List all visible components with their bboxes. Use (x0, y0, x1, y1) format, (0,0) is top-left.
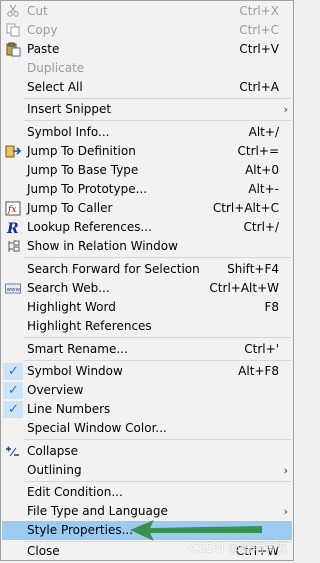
menu-item-show-in-relation-window[interactable]: Show in Relation Window (2, 237, 292, 256)
submenu-arrow-icon: › (283, 505, 288, 518)
menu-item-special-window-color[interactable]: Special Window Color... (2, 419, 292, 438)
menu-item-label: Edit Condition... (27, 485, 123, 499)
menu-item-label: Style Properties... (27, 523, 134, 537)
menu-item-label: Symbol Info... (27, 125, 110, 139)
menu-item-label: Select All (27, 80, 83, 94)
shortcut-label: Ctrl+= (237, 144, 279, 158)
menu-item-label: Cut (27, 4, 48, 18)
menu-item-label: Paste (27, 42, 60, 56)
menu-separator (24, 98, 291, 99)
menu-item-label: Search Web... (27, 281, 110, 295)
menu-item-overview[interactable]: ✓ Overview (2, 381, 292, 400)
menu-item-highlight-word[interactable]: Highlight Word F8 (2, 298, 292, 317)
menu-item-jump-to-base-type[interactable]: Jump To Base Type Alt+0 (2, 161, 292, 180)
menu-item-symbol-info[interactable]: Symbol Info... Alt+/ (2, 123, 292, 142)
menu-item-line-numbers[interactable]: ✓ Line Numbers (2, 400, 292, 419)
menu-item-outlining[interactable]: Outlining › (2, 461, 292, 480)
menu-item-select-all[interactable]: Select All Ctrl+A (2, 78, 292, 97)
jump-definition-icon (5, 144, 22, 159)
menu-item-jump-to-caller[interactable]: fx Jump To Caller Ctrl+Alt+C (2, 199, 292, 218)
menu-item-label: Lookup References... (27, 220, 152, 234)
menu-item-edit-condition[interactable]: Edit Condition... (2, 483, 292, 502)
menu-item-highlight-references[interactable]: Highlight References (2, 317, 292, 336)
menu-item-smart-rename[interactable]: Smart Rename... Ctrl+' (2, 340, 292, 359)
context-menu: Cut Ctrl+X Copy Ctrl+C Paste Ctrl+V Dupl… (0, 0, 294, 561)
svg-text:R: R (6, 221, 19, 235)
menu-separator (24, 439, 291, 440)
menu-item-label: Jump To Definition (27, 144, 136, 158)
shortcut-label: Shift+F4 (227, 262, 279, 276)
menu-item-paste[interactable]: Paste Ctrl+V (2, 40, 292, 59)
menu-item-label: Line Numbers (27, 402, 111, 416)
menu-item-cut[interactable]: Cut Ctrl+X (2, 2, 292, 21)
paste-icon (5, 42, 21, 57)
menu-item-jump-to-definition[interactable]: Jump To Definition Ctrl+= (2, 142, 292, 161)
menu-item-label: Show in Relation Window (27, 239, 178, 253)
web-www-icon: www (5, 281, 21, 296)
menu-item-label: Overview (27, 383, 84, 397)
menu-item-search-web[interactable]: www Search Web... Ctrl+Alt+W (2, 279, 292, 298)
menu-item-insert-snippet[interactable]: Insert Snippet › (2, 100, 292, 119)
menu-item-jump-to-prototype[interactable]: Jump To Prototype... Alt+- (2, 180, 292, 199)
menu-item-label: Special Window Color... (27, 421, 167, 435)
shortcut-label: Ctrl+' (244, 342, 279, 356)
menu-item-label: Jump To Prototype... (27, 182, 148, 196)
plus-minus-icon (5, 444, 21, 459)
shortcut-label: Ctrl+V (239, 42, 279, 56)
menu-item-label: Insert Snippet (27, 102, 112, 116)
menu-item-label: Symbol Window (27, 364, 123, 378)
menu-item-label: Collapse (27, 444, 78, 458)
menu-item-label: Copy (27, 23, 58, 37)
menu-item-duplicate[interactable]: Duplicate (2, 59, 292, 78)
shortcut-label: Ctrl+/ (243, 220, 279, 234)
references-r-icon: R (5, 220, 21, 237)
shortcut-label: Alt+0 (245, 163, 279, 177)
watermark: CSDN @细雨青峦 (189, 541, 288, 555)
menu-item-label: Outlining (27, 463, 82, 477)
menu-separator (24, 120, 291, 121)
menu-item-label: Smart Rename... (27, 342, 128, 356)
menu-item-label: Duplicate (27, 61, 85, 75)
shortcut-label: Ctrl+A (239, 80, 279, 94)
menu-item-label: Close (27, 544, 60, 558)
menu-item-collapse[interactable]: Collapse (2, 442, 292, 461)
shortcut-label: Ctrl+Alt+C (212, 201, 279, 215)
shortcut-label: Ctrl+C (239, 23, 279, 37)
menu-item-search-forward[interactable]: Search Forward for Selection Shift+F4 (2, 260, 292, 279)
shortcut-label: Ctrl+X (239, 4, 279, 18)
svg-text:fx: fx (7, 205, 16, 215)
checkmark-icon: ✓ (8, 364, 19, 379)
submenu-arrow-icon: › (283, 103, 288, 116)
menu-item-lookup-references[interactable]: R Lookup References... Ctrl+/ (2, 218, 292, 237)
shortcut-label: Alt+- (248, 182, 279, 196)
svg-text:www: www (7, 287, 21, 293)
relation-tree-icon (5, 239, 21, 254)
submenu-arrow-icon: › (283, 464, 288, 477)
scissors-icon (5, 4, 21, 19)
function-caller-icon: fx (5, 201, 21, 216)
menu-separator (24, 360, 291, 361)
shortcut-label: Alt+F8 (238, 364, 279, 378)
menu-separator (24, 481, 291, 482)
menu-item-label: Jump To Caller (27, 201, 113, 215)
checkmark-icon: ✓ (8, 383, 19, 398)
menu-item-label: Highlight Word (27, 300, 116, 314)
menu-item-copy[interactable]: Copy Ctrl+C (2, 21, 292, 40)
menu-item-label: Search Forward for Selection (27, 262, 200, 276)
shortcut-label: Ctrl+Alt+W (209, 281, 279, 295)
menu-separator (24, 337, 291, 338)
copy-icon (5, 23, 21, 38)
checkmark-icon: ✓ (8, 402, 19, 417)
menu-separator (24, 257, 291, 258)
menu-item-label: Highlight References (27, 319, 152, 333)
menu-item-symbol-window[interactable]: ✓ Symbol Window Alt+F8 (2, 362, 292, 381)
menu-item-label: Jump To Base Type (27, 163, 139, 177)
shortcut-label: Alt+/ (248, 125, 279, 139)
shortcut-label: F8 (264, 300, 279, 314)
